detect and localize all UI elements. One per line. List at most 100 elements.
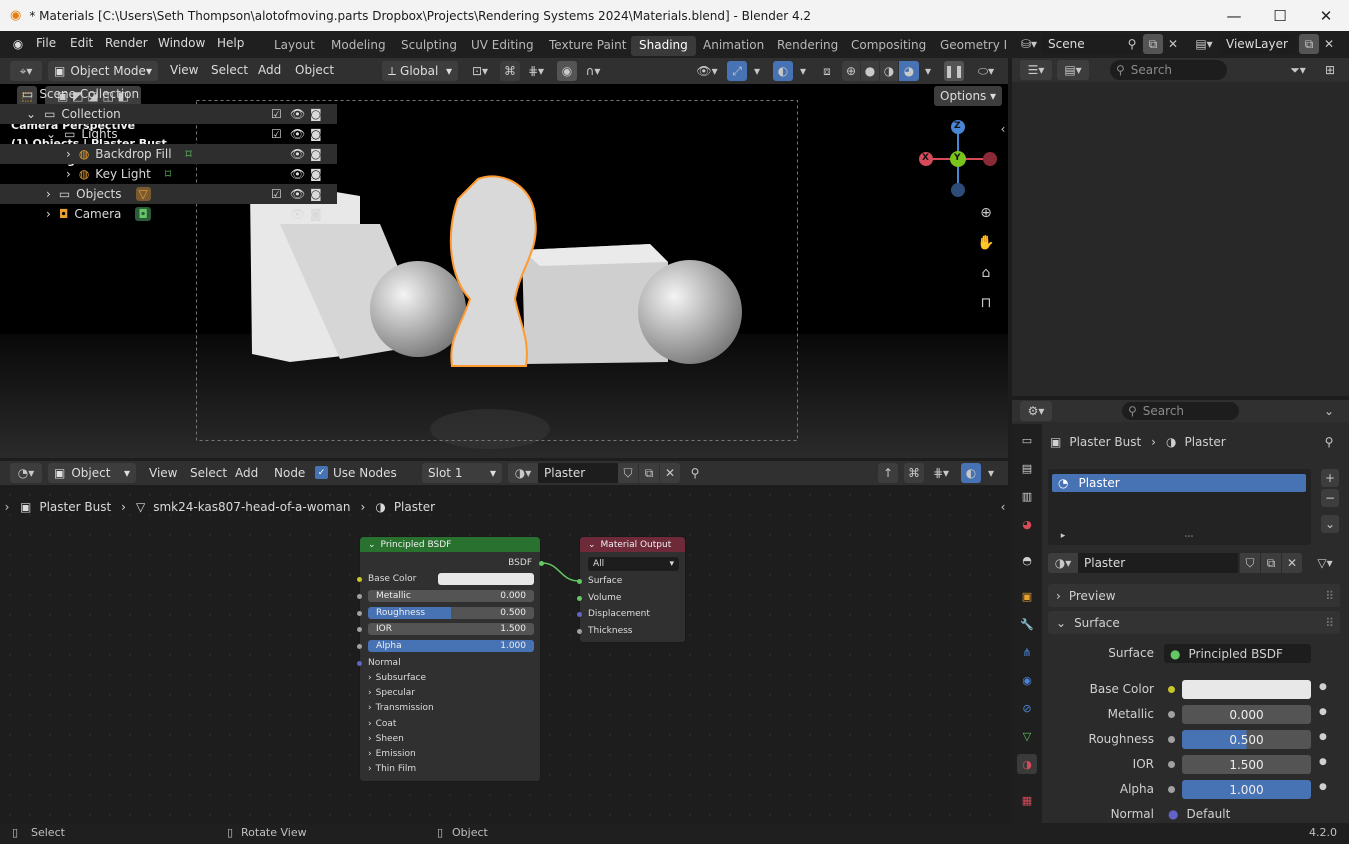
tab-sculpting[interactable]: Sculpting — [393, 36, 465, 56]
normal-socket[interactable] — [357, 661, 362, 666]
panel-transmission[interactable]: › Transmission — [368, 703, 434, 713]
scene-tab-icon[interactable]: ◕ — [1017, 514, 1037, 534]
new-scene-icon[interactable]: ⧉ — [1143, 34, 1163, 54]
lock-icon[interactable]: ⊓ — [975, 292, 997, 314]
view-layer-icon[interactable]: ▤▾ — [1190, 34, 1218, 54]
editor-type-icon[interactable]: ⌖▾ — [10, 61, 42, 81]
snap-target-icon[interactable]: ⋕▾ — [520, 61, 552, 81]
menu-file[interactable]: File — [36, 36, 56, 50]
shading-dropdown-icon[interactable]: ▾ — [920, 61, 936, 81]
xray-icon[interactable]: ⧈ — [818, 61, 836, 81]
unlink-material-icon[interactable]: ✕ — [1282, 553, 1302, 573]
gizmo-toggle-icon[interactable]: ⤢ — [727, 61, 747, 81]
node-menu-select[interactable]: Select — [190, 466, 227, 480]
options-button[interactable]: Options ▾ — [934, 86, 1002, 106]
node-menu-node[interactable]: Node — [274, 466, 305, 480]
remove-slot-icon[interactable]: − — [1321, 489, 1339, 507]
properties-options-icon[interactable]: ⌄ — [1320, 401, 1338, 421]
pivot-icon[interactable]: ⊡▾ — [465, 61, 495, 81]
unlink-material-icon[interactable]: ✕ — [660, 463, 680, 483]
output-target-dropdown[interactable]: All ▾ — [588, 557, 679, 571]
slot-specials-icon[interactable]: ⌄ — [1321, 515, 1339, 533]
node-menu-add[interactable]: Add — [235, 466, 258, 480]
fake-user-shield-icon[interactable]: ⛉ — [1240, 553, 1260, 573]
node-overlay-icon[interactable]: ◐ — [961, 463, 981, 483]
keyframe-dot-icon[interactable]: ● — [1319, 732, 1327, 742]
world-tab-icon[interactable]: ◓ — [1017, 550, 1037, 570]
outliner-item-collection[interactable]: ⌄ ▭ Collection ☑ 👁 ◙ — [0, 104, 337, 124]
principled-bsdf-node[interactable]: ⌄ Principled BSDF BSDF Base Color Metalli… — [357, 536, 544, 782]
eye-icon[interactable]: 👁 — [290, 207, 305, 221]
properties-type-icon[interactable]: ⚙▾ — [1020, 401, 1052, 421]
falloff-icon[interactable]: ∩▾ — [578, 61, 608, 81]
modifier-tab-icon[interactable]: 🔧 — [1017, 614, 1037, 634]
camera-view-icon[interactable]: ⌂ — [975, 262, 997, 284]
panel-subsurface[interactable]: › Subsurface — [368, 673, 426, 683]
panel-thin-film[interactable]: › Thin Film — [368, 764, 416, 774]
tab-animation[interactable]: Animation — [695, 36, 772, 56]
panel-emission[interactable]: › Emission — [368, 749, 416, 759]
viewport-menu-add[interactable]: Add — [258, 63, 281, 77]
pause-render-icon[interactable]: ❚❚ — [944, 61, 964, 81]
overlay-toggle-icon[interactable]: ◐ — [773, 61, 793, 81]
node-toolbar-toggle-icon[interactable]: › — [2, 500, 12, 514]
surface-input-socket[interactable] — [577, 579, 582, 584]
eye-icon[interactable]: 👁 — [290, 187, 305, 201]
new-collection-icon[interactable]: ⊞ — [1320, 60, 1340, 80]
physics-tab-icon[interactable]: ◉ — [1017, 670, 1037, 690]
alpha-slider[interactable]: Alpha 1.000 — [368, 640, 534, 652]
metallic-socket-icon[interactable] — [1168, 711, 1175, 718]
material-slot-item[interactable]: ◔ Plaster — [1052, 474, 1306, 492]
viewport-menu-object[interactable]: Object — [295, 63, 334, 77]
ior-socket-icon[interactable] — [1168, 761, 1175, 768]
eye-icon[interactable]: 👁 — [290, 167, 305, 181]
minimize-button[interactable]: — — [1211, 0, 1257, 31]
display-mode-icon[interactable]: ▤▾ — [1057, 60, 1089, 80]
alpha-socket[interactable] — [357, 644, 362, 649]
new-view-layer-icon[interactable]: ⧉ — [1299, 34, 1319, 54]
roughness-field[interactable]: 0.500 — [1182, 730, 1311, 749]
use-nodes-checkbox[interactable]: ✓ — [315, 466, 328, 479]
material-name-field[interactable]: Plaster — [1078, 553, 1238, 573]
delete-scene-icon[interactable]: ✕ — [1166, 34, 1180, 54]
rendered-shading-icon[interactable]: ◕ — [899, 61, 919, 81]
menu-render[interactable]: Render — [105, 36, 148, 50]
tab-geometry-nodes[interactable]: Geometry N — [932, 36, 1006, 56]
camera-render-icon[interactable]: ◙ — [310, 207, 322, 221]
tab-texture-paint[interactable]: Texture Paint — [541, 36, 634, 56]
add-slot-icon[interactable]: + — [1321, 469, 1339, 487]
surface-shader-field[interactable]: ● Principled BSDF — [1164, 644, 1311, 663]
outliner-item-scene-collection[interactable]: ▭ Scene Collection — [0, 84, 337, 104]
output-tab-icon[interactable]: ▤ — [1017, 458, 1037, 478]
roughness-socket[interactable] — [357, 611, 362, 616]
keyframe-dot-icon[interactable]: ● — [1319, 757, 1327, 767]
thickness-input-socket[interactable] — [577, 629, 582, 634]
slot-dropdown[interactable]: Slot 1 ▾ — [422, 463, 502, 483]
keyframe-dot-icon[interactable]: ● — [1319, 707, 1327, 717]
material-browse-icon[interactable]: ◑▾ — [1048, 553, 1078, 573]
alpha-socket-icon[interactable] — [1168, 786, 1175, 793]
texture-tab-icon[interactable]: ▦ — [1017, 790, 1037, 810]
node-editor-type-icon[interactable]: ◔▾ — [10, 463, 42, 483]
node-snap-target-icon[interactable]: ⋕▾ — [926, 463, 956, 483]
displacement-input-socket[interactable] — [577, 612, 582, 617]
camera-render-icon[interactable]: ◙ — [310, 167, 322, 181]
panel-sheen[interactable]: › Sheen — [368, 734, 404, 744]
viewport-menu-select[interactable]: Select — [211, 63, 248, 77]
delete-view-layer-icon[interactable]: ✕ — [1322, 34, 1336, 54]
snap-icon[interactable]: ⌘ — [500, 61, 520, 81]
material-tab-icon[interactable]: ◑ — [1017, 754, 1037, 774]
camera-render-icon[interactable]: ◙ — [310, 127, 322, 141]
expand-icon[interactable]: ▸ — [1058, 530, 1068, 542]
pan-hand-icon[interactable]: ✋ — [975, 232, 997, 254]
outliner-item-key-light[interactable]: › ◍ Key Light ⌑ 👁 ◙ — [0, 164, 337, 184]
proportional-edit-icon[interactable]: ◉ — [557, 61, 577, 81]
outliner-search-input[interactable]: ⚲ Search — [1110, 60, 1227, 80]
material-output-header[interactable]: ⌄ Material Output — [580, 537, 685, 552]
mode-dropdown[interactable]: ▣ Object Mode ▾ — [48, 61, 158, 81]
view-layer-tab-icon[interactable]: ▥ — [1017, 486, 1037, 506]
zoom-icon[interactable]: ⊕ — [975, 202, 997, 224]
keyframe-dot-icon[interactable]: ● — [1319, 782, 1327, 792]
tab-layout[interactable]: Layout — [266, 36, 323, 56]
render-engine-icon[interactable]: ⬭▾ — [970, 61, 1002, 81]
